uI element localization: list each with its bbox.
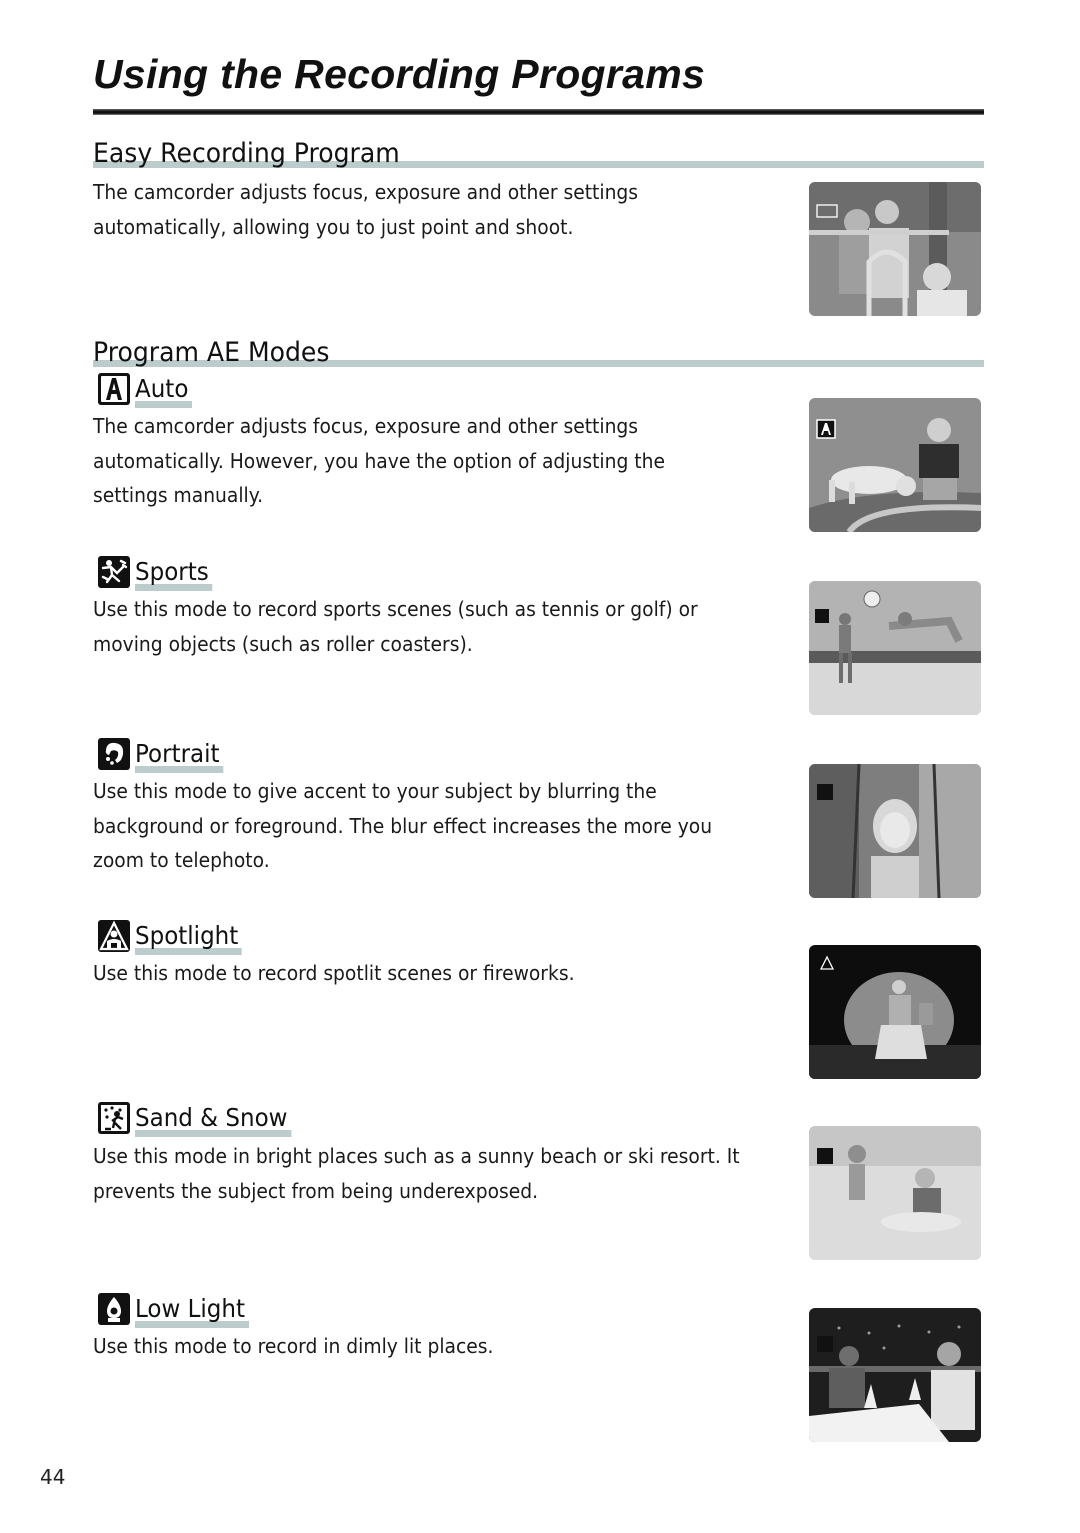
mode-low-light-header: Low Light	[97, 1292, 255, 1328]
beach-volleyball-photo	[809, 581, 981, 715]
easy-recording-heading: Easy Recording Program	[93, 138, 400, 169]
mode-title: Sports	[135, 556, 213, 591]
children-in-sand-photo	[809, 1126, 981, 1260]
mode-sports-header: Sports	[97, 555, 215, 591]
mode-description: Use this mode in bright places such as a…	[93, 1144, 740, 1203]
mode-spotlight-header: Spotlight	[97, 919, 247, 955]
portrait-mode-icon	[97, 737, 131, 771]
easy-recording-text: The camcorder adjusts focus, exposure an…	[93, 180, 639, 239]
sports-mode-icon	[97, 555, 131, 589]
girl-on-swing-photo	[809, 764, 981, 898]
mode-title: Portrait	[135, 738, 224, 773]
page-number: 44	[40, 1465, 66, 1489]
low-light-mode-icon	[97, 1292, 131, 1326]
page-title: Using the Recording Programs	[93, 51, 706, 97]
mode-auto-header: Auto	[97, 372, 193, 408]
mode-portrait-header: Portrait	[97, 737, 227, 773]
stage-performer-photo	[809, 945, 981, 1079]
title-rule	[93, 109, 984, 115]
mode-description: Use this mode to give accent to your sub…	[93, 779, 713, 872]
mode-description: Use this mode to record spotlit scenes o…	[93, 961, 575, 985]
mode-description: Use this mode to record sports scenes (s…	[93, 597, 698, 656]
mode-title: Sand & Snow	[135, 1102, 291, 1137]
auto-mode-icon	[97, 372, 131, 406]
mode-description: Use this mode to record in dimly lit pla…	[93, 1334, 494, 1358]
mode-title: Spotlight	[135, 920, 243, 955]
spotlight-mode-icon	[97, 919, 131, 953]
mode-title: Low Light	[135, 1293, 249, 1328]
mode-description: The camcorder adjusts focus, exposure an…	[93, 414, 665, 507]
sand-snow-mode-icon	[97, 1101, 131, 1135]
couple-dining-at-night-photo	[809, 1308, 981, 1442]
program-ae-heading: Program AE Modes	[93, 337, 330, 368]
mode-sand-snow-header: Sand & Snow	[97, 1101, 301, 1137]
children-on-playground-photo	[809, 182, 981, 316]
mode-title: Auto	[135, 373, 193, 408]
boy-and-dog-photo	[809, 398, 981, 532]
